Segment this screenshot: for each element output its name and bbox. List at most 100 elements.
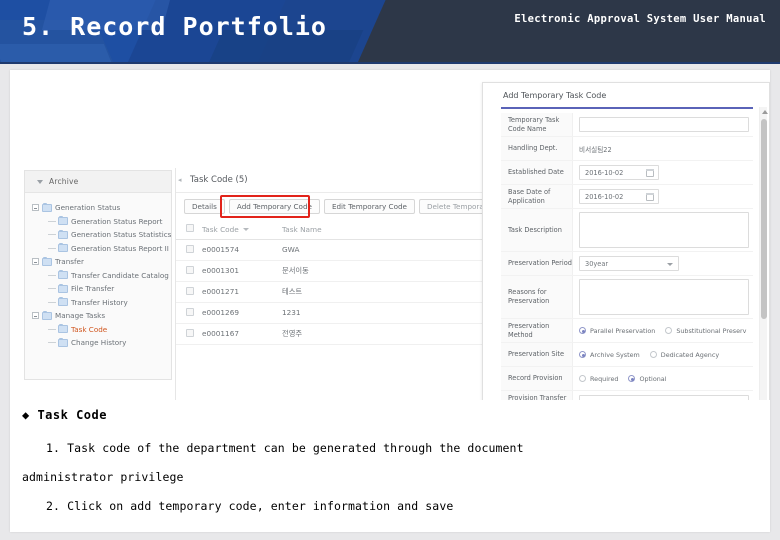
- cell-task-name: 1231: [282, 302, 495, 324]
- preservation-period-select[interactable]: 30year: [579, 256, 679, 271]
- tree-item-transfer-candidate-catalog[interactable]: Transfer Candidate Catalog: [29, 269, 171, 283]
- value-preservation-period: 30year: [573, 252, 753, 275]
- tree-item-label: Generation Status Statistics: [71, 230, 172, 240]
- table-row[interactable]: e0001269 1231: [176, 302, 495, 324]
- collapse-panel-icon[interactable]: ◂: [178, 176, 182, 184]
- row-checkbox[interactable]: [186, 265, 194, 274]
- tree-item-transfer[interactable]: Transfer: [29, 255, 171, 269]
- row-select-cell[interactable]: [176, 239, 202, 261]
- row-checkbox[interactable]: [186, 244, 194, 253]
- folder-icon: [42, 256, 52, 266]
- preservation-site-radio-1[interactable]: [649, 351, 657, 358]
- provision-transfer-period-input[interactable]: [579, 395, 749, 400]
- tree-item-label: Generation Status Report: [71, 216, 163, 226]
- column-header-task-code-label: Task Code: [202, 224, 239, 234]
- reasons-for-preservation-textarea[interactable]: [579, 279, 749, 315]
- label-base-date: Base Date of Application: [501, 185, 573, 208]
- value-established-date: 2016-10-02: [573, 161, 753, 184]
- tree-item-generation-status-statistics[interactable]: Generation Status Statistics: [29, 228, 171, 242]
- base-date-value: 2016-10-02: [585, 192, 624, 201]
- row-checkbox[interactable]: [186, 328, 194, 337]
- tree-elbow-line: [48, 342, 56, 344]
- record-provision-radio-0[interactable]: [579, 375, 586, 382]
- tree-expander-icon[interactable]: [32, 204, 39, 212]
- task-code-table: Task Code Task Name e0001574 GWA e0001301 문…: [176, 220, 495, 345]
- row-select-cell[interactable]: [176, 281, 202, 303]
- cell-task-name: 문서이동: [282, 260, 495, 282]
- tree-item-generation-status-report[interactable]: Generation Status Report: [29, 215, 171, 229]
- tree-item-label: Change History: [71, 338, 127, 348]
- label-preservation-site: Preservation Site: [501, 343, 573, 366]
- row-checkbox[interactable]: [186, 286, 194, 295]
- label-established-date: Established Date: [501, 161, 573, 184]
- tree-expander-icon[interactable]: [32, 258, 39, 266]
- dialog-scrollbar-thumb[interactable]: [761, 119, 767, 319]
- row-select-cell[interactable]: [176, 323, 202, 345]
- dialog-form: Temporary Task Code Name Handling Dept. …: [501, 113, 753, 400]
- table-row[interactable]: e0001301 문서이동: [176, 260, 495, 282]
- tree-expander-icon[interactable]: [32, 312, 39, 320]
- record-provision-option-1-label: Optional: [639, 374, 667, 383]
- task-code-toolbar: Details Add Temporary Code Edit Temporary …: [176, 193, 520, 220]
- page-title: 5. Record Portfolio: [22, 12, 327, 41]
- tree-item-label: Transfer Candidate Catalog: [71, 270, 169, 280]
- tree-item-label: Manage Tasks: [55, 311, 106, 321]
- table-row[interactable]: e0001574 GWA: [176, 239, 495, 261]
- select-all-checkbox[interactable]: [186, 224, 194, 233]
- row-select-cell[interactable]: [176, 260, 202, 282]
- table-row[interactable]: e0001167 전영주: [176, 323, 495, 345]
- preservation-period-value: 30year: [585, 259, 609, 268]
- calendar-icon[interactable]: [646, 193, 654, 201]
- add-temporary-task-code-dialog: Add Temporary Task Code Temporary Task C…: [482, 82, 770, 400]
- column-header-task-code[interactable]: Task Code: [202, 220, 282, 240]
- header-decoration-polygon-6: [0, 44, 117, 64]
- tree-item-generation-status[interactable]: Generation Status: [29, 201, 171, 215]
- sort-descending-icon: [242, 228, 249, 232]
- column-header-task-name[interactable]: Task Name: [282, 220, 495, 240]
- tree-elbow-line: [48, 288, 56, 290]
- scroll-up-icon[interactable]: [761, 110, 768, 114]
- tree-item-transfer-history[interactable]: Transfer History: [29, 296, 171, 310]
- task-code-table-body: e0001574 GWA e0001301 문서이동 e0001271 테스트 e00012…: [176, 239, 495, 345]
- established-date-input[interactable]: 2016-10-02: [579, 165, 659, 180]
- folder-icon: [58, 216, 68, 226]
- value-base-date: 2016-10-02: [573, 185, 753, 208]
- tree-elbow-line: [48, 274, 56, 276]
- preservation-method-radio-1[interactable]: [665, 327, 673, 334]
- preservation-method-radio-0[interactable]: [579, 327, 586, 334]
- tree-elbow-line: [48, 247, 56, 249]
- archive-tree-header[interactable]: Archive: [25, 171, 171, 193]
- calendar-icon[interactable]: [646, 169, 654, 177]
- chevron-down-icon: [37, 180, 43, 184]
- archive-tree-header-label: Archive: [49, 177, 79, 186]
- tree-item-label: Transfer History: [71, 297, 128, 307]
- preservation-site-radio-0[interactable]: [579, 351, 586, 358]
- notes-line-1b: administrator privilege: [22, 470, 184, 484]
- cell-task-name: 테스트: [282, 281, 495, 303]
- tree-item-generation-status-report-ii[interactable]: Generation Status Report II: [29, 242, 171, 256]
- preservation-site-radios: Archive System Dedicated Agency: [573, 343, 753, 366]
- temp-code-name-input[interactable]: [579, 117, 749, 132]
- folder-icon: [58, 283, 68, 293]
- details-button[interactable]: Details: [184, 199, 225, 214]
- tree-item-task-code[interactable]: Task Code: [29, 323, 171, 337]
- notes-line-1a: 1. Task code of the department can be ge…: [46, 441, 524, 455]
- edit-temporary-code-button[interactable]: Edit Temporary Code: [323, 199, 415, 214]
- row-select-cell[interactable]: [176, 302, 202, 324]
- preservation-method-option-0-label: Parallel Preservation: [590, 326, 656, 335]
- base-date-input[interactable]: 2016-10-02: [579, 189, 659, 204]
- select-all-header[interactable]: [176, 220, 202, 240]
- row-checkbox[interactable]: [186, 307, 194, 316]
- folder-icon: [58, 270, 68, 280]
- tree-item-file-transfer[interactable]: File Transfer: [29, 282, 171, 296]
- table-row[interactable]: e0001271 테스트: [176, 281, 495, 303]
- task-code-panel-title: Task Code (5): [190, 175, 248, 185]
- add-temporary-code-button[interactable]: Add Temporary Code: [228, 199, 320, 214]
- tree-item-change-history[interactable]: Change History: [29, 336, 171, 350]
- tree-item-manage-tasks[interactable]: Manage Tasks: [29, 309, 171, 323]
- record-provision-radio-1[interactable]: [628, 375, 636, 382]
- task-description-textarea[interactable]: [579, 212, 749, 248]
- label-preservation-method: Preservation Method: [501, 319, 573, 342]
- cell-task-code: e0001269: [202, 302, 282, 324]
- dialog-scrollbar[interactable]: [759, 107, 768, 400]
